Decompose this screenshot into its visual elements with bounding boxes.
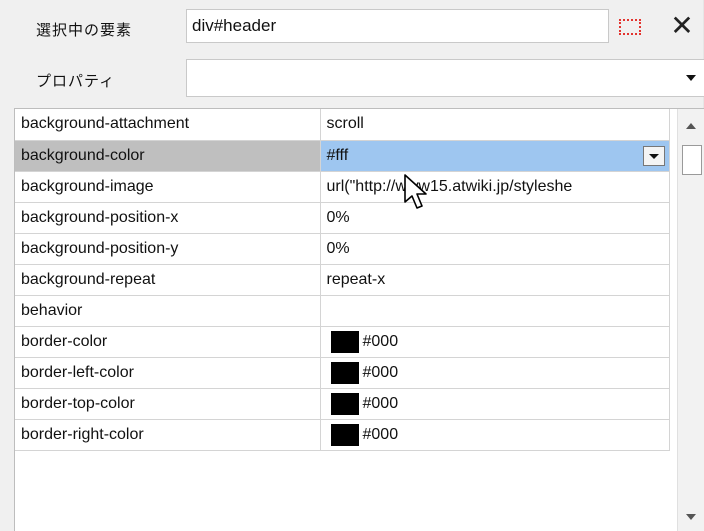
mouse-pointer-icon <box>404 174 427 209</box>
property-name[interactable]: border-color <box>15 326 321 358</box>
color-value: #000 <box>362 332 399 350</box>
chevron-down-icon[interactable] <box>686 75 696 81</box>
table-row[interactable]: behavior <box>15 295 670 327</box>
property-value[interactable]: repeat-x <box>320 264 670 296</box>
color-swatch <box>330 392 359 415</box>
property-value[interactable]: scroll <box>320 109 670 141</box>
property-name[interactable]: background-image <box>15 171 321 203</box>
property-name[interactable]: border-top-color <box>15 388 321 420</box>
property-name[interactable]: border-right-color <box>15 419 321 451</box>
property-value[interactable]: 0% <box>320 202 670 234</box>
table-row[interactable]: background-position-x 0% <box>15 202 670 234</box>
vertical-scrollbar[interactable] <box>677 109 704 531</box>
table-row[interactable]: background-position-y 0% <box>15 233 670 265</box>
property-select[interactable] <box>186 59 704 97</box>
property-value[interactable]: #000 <box>320 419 670 451</box>
property-label: プロパティ <box>36 72 116 90</box>
scroll-down-icon[interactable] <box>686 514 696 520</box>
scroll-up-icon[interactable] <box>686 123 696 129</box>
dotted-select-icon[interactable] <box>619 19 641 35</box>
property-value[interactable]: #000 <box>320 357 670 389</box>
close-icon[interactable]: ✕ <box>667 11 697 41</box>
property-name[interactable]: background-position-y <box>15 233 321 265</box>
table-row-selected[interactable]: background-color #fff <box>15 140 670 172</box>
color-value: #000 <box>362 394 399 412</box>
value-dropdown-button[interactable] <box>642 145 665 166</box>
color-swatch <box>330 423 359 446</box>
property-name[interactable]: border-left-color <box>15 357 321 389</box>
table-row[interactable]: border-top-color #000 <box>15 388 670 420</box>
table-row[interactable]: border-left-color #000 <box>15 357 670 389</box>
property-name[interactable]: background-position-x <box>15 202 321 234</box>
property-name[interactable]: background-attachment <box>15 109 321 141</box>
property-value-editor[interactable]: #fff <box>320 140 670 172</box>
table-row[interactable]: background-repeat repeat-x <box>15 264 670 296</box>
table-row[interactable]: border-color #000 <box>15 326 670 358</box>
table-row[interactable]: background-image url("http://www15.atwik… <box>15 171 670 203</box>
table-row[interactable]: border-right-color #000 <box>15 419 670 451</box>
property-name[interactable]: behavior <box>15 295 321 327</box>
selected-element-field[interactable]: div#header <box>186 9 609 43</box>
css-property-inspector: 選択中の要素 div#header ✕ プロパティ background-att… <box>0 0 704 531</box>
property-name[interactable]: background-repeat <box>15 264 321 296</box>
property-name[interactable]: background-color <box>15 140 321 172</box>
color-swatch <box>330 330 359 353</box>
property-value[interactable] <box>320 295 670 327</box>
property-value[interactable]: #fff <box>327 147 349 164</box>
selected-element-label: 選択中の要素 <box>36 21 133 39</box>
color-value: #000 <box>362 425 399 443</box>
table-row[interactable]: background-attachment scroll <box>15 109 670 141</box>
property-value[interactable]: url("http://www15.atwiki.jp/styleshe <box>320 171 670 203</box>
property-value[interactable]: #000 <box>320 388 670 420</box>
property-value[interactable]: 0% <box>320 233 670 265</box>
color-swatch <box>330 361 359 384</box>
property-table: background-attachment scroll background-… <box>15 109 670 451</box>
property-value[interactable]: #000 <box>320 326 670 358</box>
scrollbar-thumb[interactable] <box>682 145 702 175</box>
property-grid: background-attachment scroll background-… <box>14 108 704 531</box>
element-row: 選択中の要素 div#header ✕ <box>0 0 704 54</box>
color-value: #000 <box>362 363 399 381</box>
